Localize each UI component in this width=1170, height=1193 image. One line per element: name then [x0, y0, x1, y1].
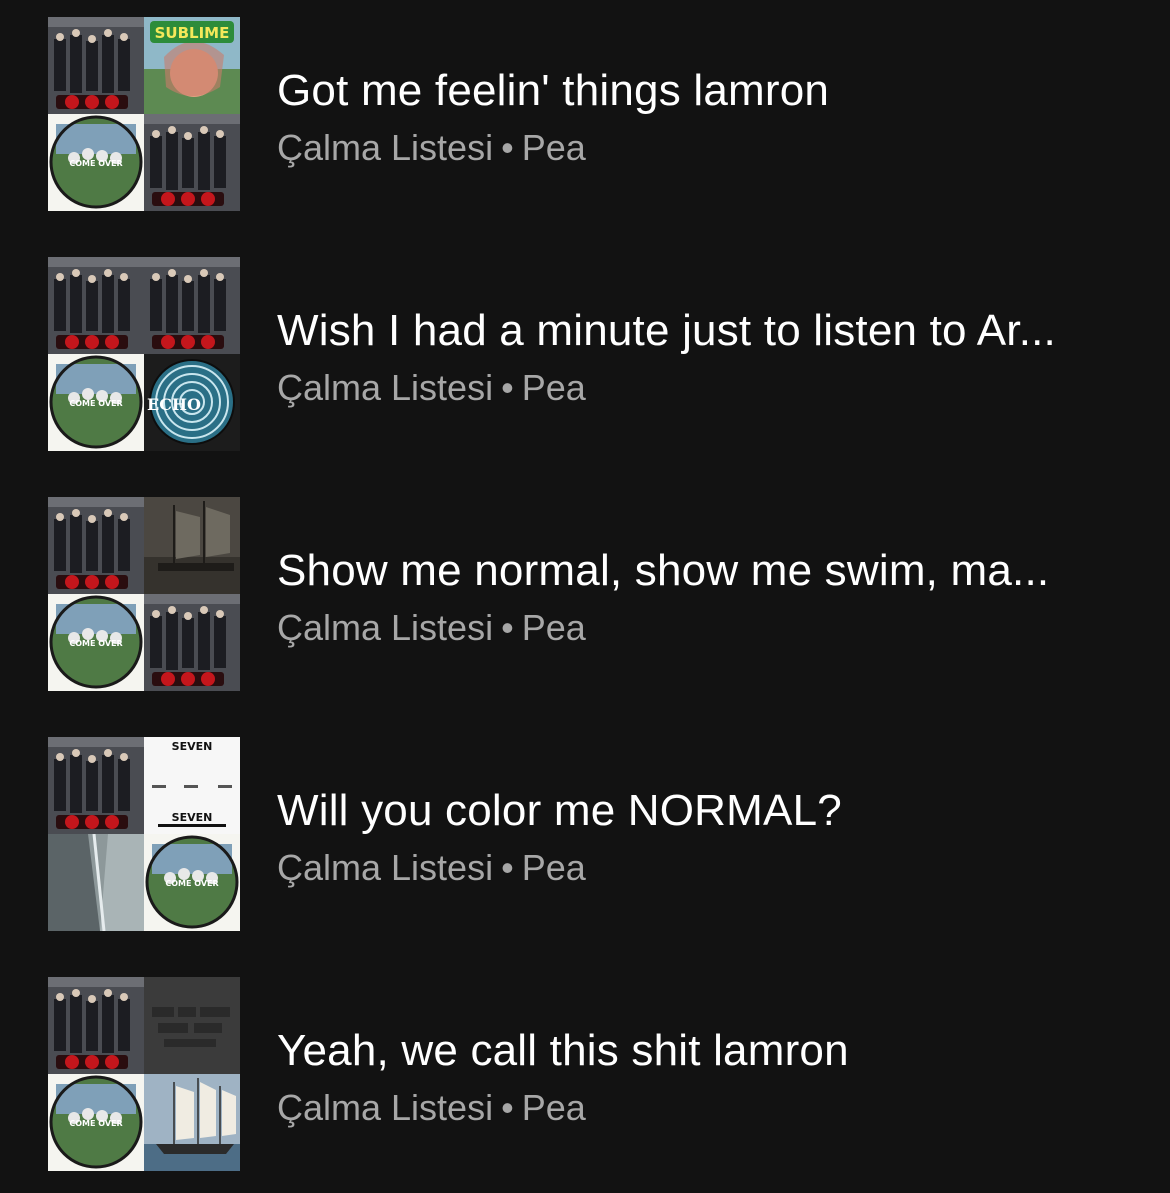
separator-dot: •	[501, 607, 514, 648]
playlist-owner: Pea	[521, 367, 586, 408]
playlist-cover-mosaic: COME OVER ECHO	[48, 257, 240, 451]
sailing-ship-cover	[144, 1074, 240, 1171]
sublime-cover-text: SUBLIME	[155, 24, 230, 42]
playlist-row[interactable]: COME OVER Show me normal, show me swim, …	[0, 497, 1170, 691]
playlist-subtitle: Çalma Listesi • Pea	[277, 368, 1147, 408]
dark-text-cover	[144, 977, 240, 1074]
come-over-cover: COME OVER	[144, 834, 240, 931]
separator-dot: •	[501, 127, 514, 168]
playlist-owner: Pea	[521, 1087, 586, 1128]
come-over-cover-text: COME OVER	[69, 639, 122, 648]
building-cover	[48, 834, 144, 931]
playlist-type: Çalma Listesi	[277, 367, 494, 408]
playlist-type: Çalma Listesi	[277, 847, 494, 888]
playlist-title: Got me feelin' things lamron	[277, 67, 830, 115]
playlist-list: SUBLIME COME OVER Got me feelin' things …	[0, 0, 1170, 1193]
come-over-cover: COME OVER	[48, 594, 144, 691]
come-over-cover: COME OVER	[48, 354, 144, 451]
playlist-type: Çalma Listesi	[277, 127, 494, 168]
playlist-row[interactable]: SEVEN SEVEN COME OVER Will you color me N…	[0, 737, 1170, 931]
suits-band-cover	[144, 594, 240, 691]
playlist-title: Show me normal, show me swim, ma...	[277, 547, 1050, 595]
playlist-subtitle: Çalma Listesi • Pea	[277, 128, 1147, 168]
playlist-title: Yeah, we call this shit lamron	[277, 1027, 849, 1075]
come-over-cover: COME OVER	[48, 114, 144, 211]
separator-dot: •	[501, 1087, 514, 1128]
playlist-text: Show me normal, show me swim, ma... Çalm…	[277, 547, 1147, 648]
playlist-text: Got me feelin' things lamron Çalma Liste…	[277, 67, 1147, 168]
playlist-owner: Pea	[521, 847, 586, 888]
seven-cover-subtitle: SEVEN	[172, 811, 213, 824]
seven-cover-title: SEVEN	[172, 740, 213, 753]
playlist-row[interactable]: COME OVER ECHO Wish I had a minute just …	[0, 257, 1170, 451]
seven-cover: SEVEN SEVEN	[144, 737, 240, 834]
suits-band-cover	[48, 497, 144, 594]
playlist-cover-mosaic: COME OVER	[48, 497, 240, 691]
playlist-title: Will you color me NORMAL?	[277, 787, 842, 835]
come-over-cover: COME OVER	[48, 1074, 144, 1171]
separator-dot: •	[501, 367, 514, 408]
playlist-text: Wish I had a minute just to listen to Ar…	[277, 307, 1147, 408]
playlist-cover-mosaic: COME OVER	[48, 977, 240, 1171]
echo-cover: ECHO	[144, 354, 240, 451]
suits-band-cover	[48, 737, 144, 834]
suits-band-cover	[144, 114, 240, 211]
come-over-cover-text: COME OVER	[69, 159, 122, 168]
come-over-cover-text: COME OVER	[165, 879, 218, 888]
playlist-cover-mosaic: SEVEN SEVEN COME OVER	[48, 737, 240, 931]
playlist-row[interactable]: COME OVER Yeah, we call this shit lamron…	[0, 977, 1170, 1171]
playlist-type: Çalma Listesi	[277, 607, 494, 648]
suits-band-cover	[48, 257, 144, 354]
playlist-owner: Pea	[521, 127, 586, 168]
playlist-text: Yeah, we call this shit lamron Çalma Lis…	[277, 1027, 1147, 1128]
come-over-cover-text: COME OVER	[69, 1119, 122, 1128]
come-over-cover-text: COME OVER	[69, 399, 122, 408]
playlist-subtitle: Çalma Listesi • Pea	[277, 848, 1147, 888]
playlist-title: Wish I had a minute just to listen to Ar…	[277, 307, 1056, 355]
playlist-owner: Pea	[521, 607, 586, 648]
playlist-type: Çalma Listesi	[277, 1087, 494, 1128]
suits-band-cover	[48, 977, 144, 1074]
playlist-cover-mosaic: SUBLIME COME OVER	[48, 17, 240, 211]
playlist-text: Will you color me NORMAL? Çalma Listesi •…	[277, 787, 1147, 888]
sublime-cover: SUBLIME	[144, 17, 240, 114]
ship-dark-cover	[144, 497, 240, 594]
playlist-subtitle: Çalma Listesi • Pea	[277, 608, 1147, 648]
echo-cover-text: ECHO	[147, 395, 201, 414]
suits-band-cover	[48, 17, 144, 114]
playlist-row[interactable]: SUBLIME COME OVER Got me feelin' things …	[0, 17, 1170, 211]
suits-band-cover	[144, 257, 240, 354]
separator-dot: •	[501, 847, 514, 888]
playlist-subtitle: Çalma Listesi • Pea	[277, 1088, 1147, 1128]
